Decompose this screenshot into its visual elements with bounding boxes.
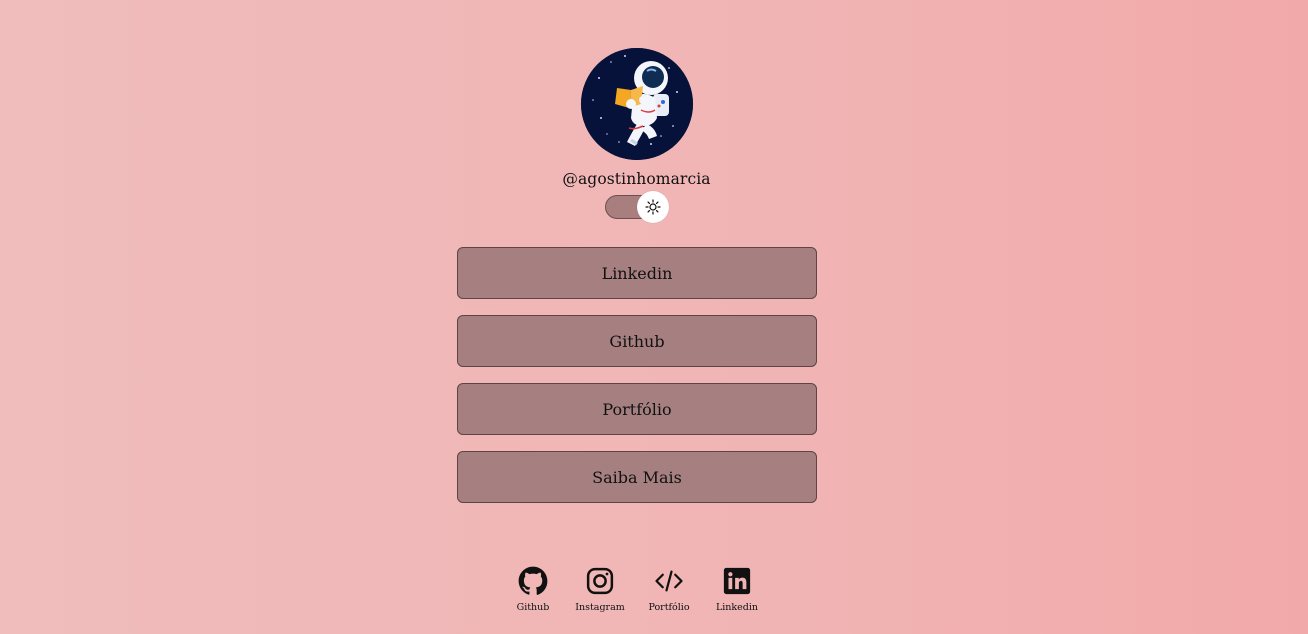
code-icon — [655, 570, 683, 592]
instagram-icon — [586, 567, 614, 595]
footer-github-link[interactable]: Github — [503, 566, 563, 613]
avatar — [581, 48, 693, 160]
footer-portfolio-link[interactable]: Portfólio — [639, 566, 699, 613]
footer-portfolio-label: Portfólio — [648, 602, 690, 613]
linkedin-icon — [723, 567, 751, 595]
sun-icon — [645, 199, 661, 215]
linkedin-button[interactable]: Linkedin — [457, 247, 817, 299]
footer-social-links: Github Instagram Portfólio Linkedin — [0, 566, 1308, 626]
github-button[interactable]: Github — [457, 315, 817, 367]
portfolio-button[interactable]: Portfólio — [457, 383, 817, 435]
username-handle: @agostinhomarcia — [562, 170, 711, 188]
astronaut-illustration — [581, 48, 693, 160]
saiba-mais-button[interactable]: Saiba Mais — [457, 451, 817, 503]
footer-linkedin-label: Linkedin — [715, 602, 759, 613]
theme-toggle-knob[interactable] — [637, 191, 669, 223]
footer-github-label: Github — [516, 602, 550, 613]
footer-instagram-label: Instagram — [575, 602, 625, 613]
github-icon — [518, 566, 548, 595]
footer-linkedin-link[interactable]: Linkedin — [707, 566, 767, 613]
footer-instagram-link[interactable]: Instagram — [570, 566, 630, 613]
link-list: Linkedin Github Portfólio Saiba Mais — [457, 247, 817, 519]
